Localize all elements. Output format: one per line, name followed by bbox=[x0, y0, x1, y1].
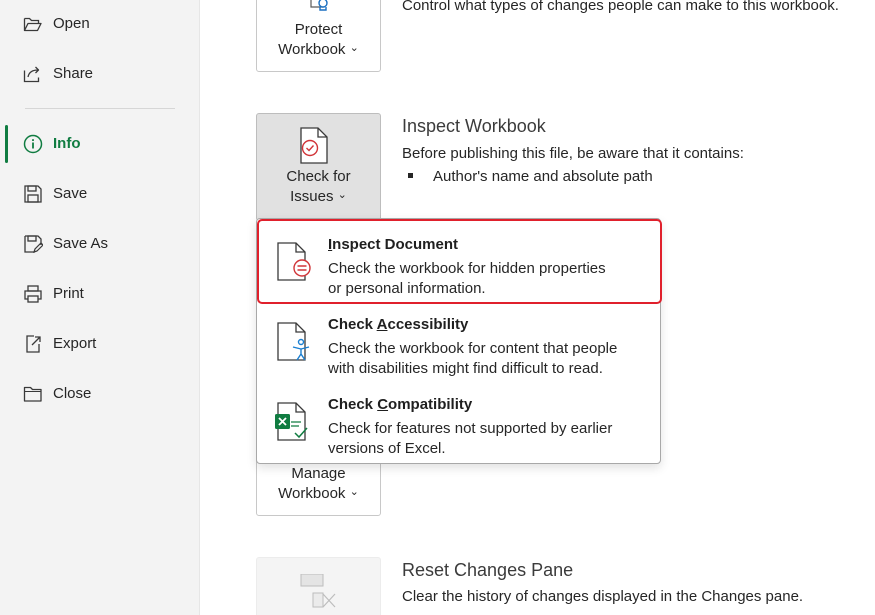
sidebar-item-save[interactable]: Save bbox=[0, 172, 200, 216]
sidebar-item-label: Share bbox=[53, 65, 94, 82]
sidebar-item-label: Export bbox=[53, 335, 97, 352]
protect-label-line2: Workbook ⌄ bbox=[278, 41, 359, 58]
check-issues-label-line1: Check for bbox=[286, 168, 351, 185]
excel-compatibility-icon bbox=[275, 400, 315, 444]
chevron-down-icon: ⌄ bbox=[337, 189, 347, 201]
backstage-sidebar: Open Share Info Save Save As Print Expor… bbox=[0, 0, 200, 615]
save-icon bbox=[22, 183, 44, 205]
menu-item-title: Inspect Document bbox=[328, 236, 459, 253]
sidebar-item-open[interactable]: Open bbox=[0, 2, 200, 46]
print-icon bbox=[22, 283, 44, 305]
menu-item-description: Check the workbook for hidden properties… bbox=[328, 260, 606, 297]
menu-item-check-compatibility[interactable]: Check Compatibility Check for features n… bbox=[257, 382, 660, 462]
reset-changes-title: Reset Changes Pane bbox=[402, 560, 574, 580]
menu-item-title: Check Accessibility bbox=[328, 316, 469, 333]
reset-changes-icon bbox=[299, 573, 339, 610]
sidebar-item-label: Open bbox=[53, 15, 90, 32]
menu-item-inspect-document[interactable]: Inspect Document Check the workbook for … bbox=[257, 222, 660, 302]
manage-label-line1: Manage bbox=[291, 465, 346, 482]
check-issues-label-line2: Issues ⌄ bbox=[290, 188, 347, 205]
info-icon bbox=[22, 133, 44, 155]
sidebar-item-label: Close bbox=[53, 385, 92, 402]
reset-changes-button[interactable] bbox=[256, 557, 381, 615]
sidebar-item-save-as[interactable]: Save As bbox=[0, 222, 200, 266]
protect-label-line1: Protect bbox=[294, 21, 343, 38]
check-for-issues-button[interactable]: Check for Issues ⌄ bbox=[256, 113, 381, 221]
bullet-marker bbox=[408, 173, 413, 178]
protect-description: Control what types of changes people can… bbox=[402, 0, 839, 14]
sidebar-item-label: Save As bbox=[53, 235, 109, 252]
document-check-icon bbox=[297, 126, 333, 166]
inspect-workbook-title: Inspect Workbook bbox=[402, 116, 546, 136]
sidebar-item-close[interactable]: Close bbox=[0, 372, 200, 416]
export-icon bbox=[22, 333, 44, 355]
sidebar-item-label: Info bbox=[53, 135, 81, 152]
menu-item-title: Check Compatibility bbox=[328, 396, 473, 413]
share-icon bbox=[22, 63, 44, 85]
inspect-bullet-item: Author's name and absolute path bbox=[433, 168, 653, 185]
chevron-down-icon: ⌄ bbox=[349, 486, 359, 498]
save-as-icon bbox=[22, 233, 44, 255]
menu-item-check-accessibility[interactable]: Check Accessibility Check the workbook f… bbox=[257, 302, 660, 382]
sidebar-item-export[interactable]: Export bbox=[0, 322, 200, 366]
sidebar-item-label: Print bbox=[53, 285, 84, 302]
inspect-document-icon bbox=[275, 240, 315, 284]
manage-label-line2: Workbook ⌄ bbox=[278, 485, 359, 502]
protect-workbook-button[interactable]: Protect Workbook ⌄ bbox=[256, 0, 381, 72]
folder-open-icon bbox=[22, 13, 44, 35]
sidebar-item-print[interactable]: Print bbox=[0, 272, 200, 316]
lock-icon bbox=[307, 0, 333, 11]
sidebar-divider bbox=[25, 108, 175, 109]
sidebar-item-label: Save bbox=[53, 185, 88, 202]
inspect-workbook-description: Before publishing this file, be aware th… bbox=[402, 145, 744, 162]
chevron-down-icon: ⌄ bbox=[349, 42, 359, 54]
menu-item-description: Check the workbook for content that peop… bbox=[328, 340, 618, 377]
sidebar-item-share[interactable]: Share bbox=[0, 52, 200, 96]
check-for-issues-menu: Inspect Document Check the workbook for … bbox=[256, 218, 661, 464]
accessibility-icon bbox=[275, 320, 315, 364]
sidebar-item-info[interactable]: Info bbox=[0, 122, 200, 166]
close-folder-icon bbox=[22, 383, 44, 405]
menu-item-description: Check for features not supported by earl… bbox=[328, 420, 613, 457]
reset-changes-description: Clear the history of changes displayed i… bbox=[402, 588, 804, 605]
